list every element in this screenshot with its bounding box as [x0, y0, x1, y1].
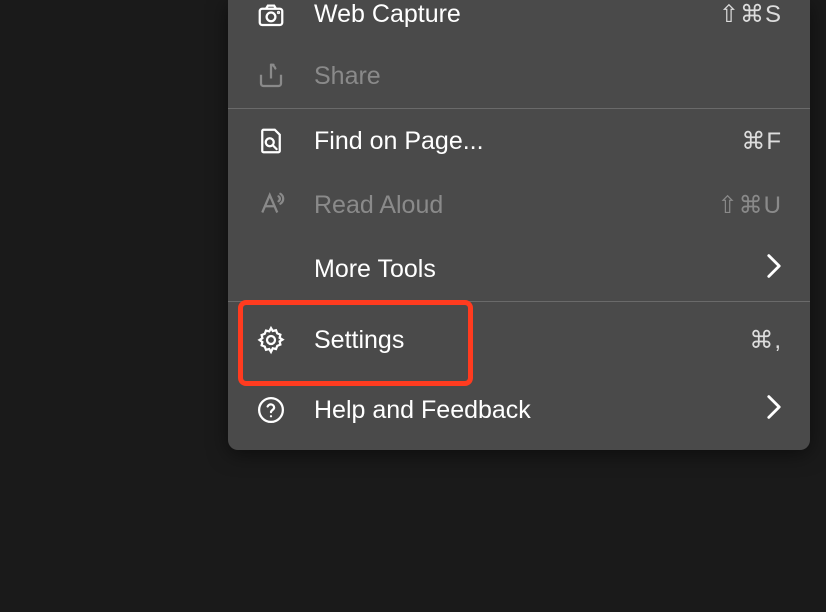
menu-item-help-feedback[interactable]: Help and Feedback — [228, 378, 810, 442]
read-aloud-icon — [256, 190, 314, 220]
menu-item-label: Settings — [314, 326, 749, 355]
camera-icon — [256, 0, 314, 30]
menu-item-settings[interactable]: Settings ⌘, — [228, 302, 810, 378]
gear-icon — [256, 325, 314, 355]
context-menu: Web Capture ⇧⌘S Share Find on Page... ⌘F — [228, 0, 810, 450]
menu-item-share[interactable]: Share — [228, 44, 810, 108]
menu-item-find-on-page[interactable]: Find on Page... ⌘F — [228, 109, 810, 173]
menu-item-read-aloud[interactable]: Read Aloud ⇧⌘U — [228, 173, 810, 237]
find-icon — [256, 126, 314, 156]
chevron-right-icon — [766, 253, 782, 286]
menu-item-more-tools[interactable]: More Tools — [228, 237, 810, 301]
menu-item-label: Help and Feedback — [314, 396, 766, 425]
menu-item-label: Find on Page... — [314, 127, 741, 156]
menu-item-shortcut: ⌘F — [741, 127, 782, 156]
menu-item-label: Share — [314, 62, 782, 91]
menu-item-label: Read Aloud — [314, 191, 718, 220]
menu-item-label: More Tools — [314, 255, 766, 284]
menu-item-shortcut: ⇧⌘S — [719, 0, 782, 29]
menu-item-label: Web Capture — [314, 0, 719, 29]
share-icon — [256, 61, 314, 91]
menu-item-shortcut: ⇧⌘U — [718, 191, 782, 220]
chevron-right-icon — [766, 394, 782, 427]
help-icon — [256, 395, 314, 425]
menu-item-shortcut: ⌘, — [749, 326, 782, 355]
menu-item-web-capture[interactable]: Web Capture ⇧⌘S — [228, 0, 810, 44]
